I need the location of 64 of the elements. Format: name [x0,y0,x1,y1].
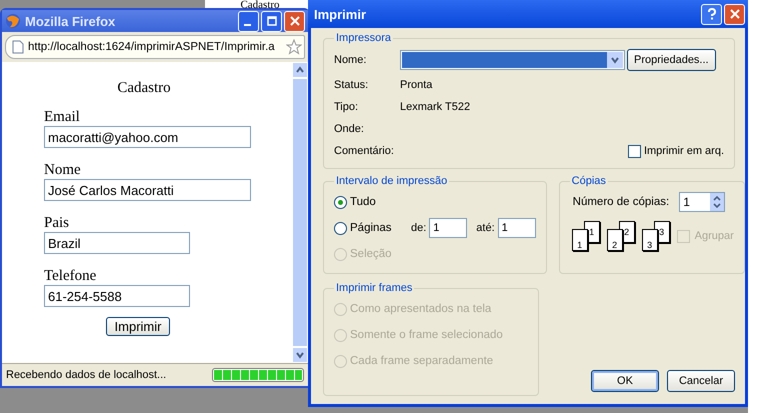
radio-label: Cada frame separadamente [350,355,494,367]
minimize-button[interactable] [238,10,259,32]
radio-label: Somente o frame selecionado [350,329,503,341]
properties-button[interactable]: Propriedades... [627,49,716,71]
field-label: Pais [44,215,70,232]
status-text: Recebendo dados de localhost... [6,369,166,381]
group-title: Imprimir frames [335,282,414,294]
close-icon [290,16,300,26]
info-value: Pronta [400,79,432,91]
info-label: Tipo: [334,101,360,113]
copies-spinner[interactable]: 1 [679,192,726,212]
spinner-arrows-icon[interactable] [710,193,724,211]
scroll-up-icon[interactable] [292,62,308,78]
window-title: Mozilla Firefox [25,14,116,28]
checkbox-label: Imprimir em arq. [644,145,724,157]
info-label: Status: [334,79,370,91]
text-field[interactable]: José Carlos Macoratti [44,179,251,201]
field-label: Nome [44,162,82,179]
page-heading: Cadastro [116,80,172,97]
group-title: Impressora [335,32,392,44]
radio-label: Tudo [350,196,377,208]
field-label: de: [411,222,426,234]
close-button[interactable] [724,4,745,24]
field-label: até: [476,222,495,234]
address-bar[interactable]: http://localhost:1624/imprimirASPNET/Imprimir.a [5,35,305,59]
page-icon [12,40,24,54]
page-heading: Cadastro [240,0,280,12]
from-page-field[interactable]: 1 [429,218,468,238]
field-label: Email [44,109,81,126]
text-field[interactable]: Brazil [44,232,190,254]
to-page-field[interactable]: 1 [498,218,536,238]
minimize-icon [244,24,251,26]
maximize-icon [266,16,276,26]
print-button[interactable]: Imprimir [106,317,170,336]
field-label: Telefone [44,268,98,285]
info-label: Onde: [334,123,365,135]
text-field[interactable]: 61-254-5588 [44,285,190,307]
text-field[interactable]: macoratti@yahoo.com [44,126,251,148]
radio-label: Seleção [350,248,393,260]
help-icon [706,8,716,20]
maximize-button[interactable] [261,10,282,32]
checkbox-label: Agrupar [694,230,734,242]
dialog-title: Imprimir [314,6,366,22]
help-button[interactable] [701,4,722,24]
close-button[interactable] [284,10,305,32]
info-value: Lexmark T522 [400,101,470,113]
radio-button[interactable] [334,196,347,208]
globe-icon [5,13,21,29]
printer-select[interactable] [400,50,625,70]
group-title: Cópias [570,175,607,187]
scroll-down-icon[interactable] [292,347,308,363]
close-icon [730,9,740,19]
radio-button[interactable] [334,222,347,234]
radio-label: Como apresentados na tela [350,303,492,315]
dialog-button[interactable]: OK [591,370,659,392]
field-label: Número de cópias: [572,196,670,208]
checkbox[interactable] [628,144,641,158]
star-icon[interactable] [286,39,302,55]
group-title: Intervalo de impressão [335,175,448,187]
field-label: Nome: [334,54,368,66]
dialog-button[interactable]: Cancelar [667,370,735,392]
info-label: Comentário: [334,145,395,157]
scrollbar[interactable] [292,62,308,363]
radio-label: Páginas [350,222,393,234]
